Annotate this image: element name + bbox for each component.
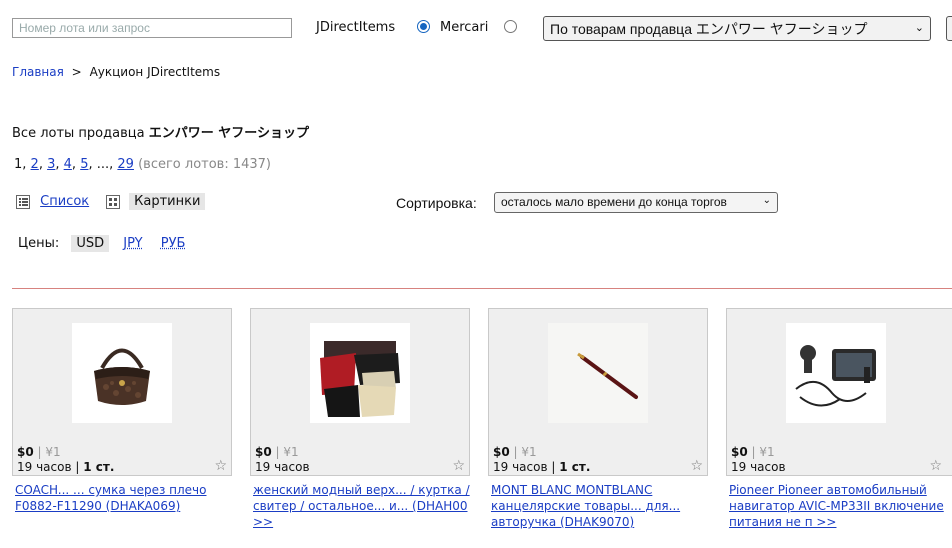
grid-icon [106, 194, 120, 209]
lot-time: 19 часов | 1 ст. [17, 460, 115, 474]
chevron-down-icon: ⌄ [762, 195, 771, 206]
seller-filter-value: По товарам продавца エンパワー ヤフーショップ [550, 21, 868, 37]
sort-select[interactable]: осталось мало времени до конца торгов ⌄ [494, 192, 778, 213]
view-grid-label: Картинки [129, 193, 206, 210]
total-lots: (всего лотов: 1437) [138, 157, 272, 172]
page-title-prefix: Все лоты продавца [12, 126, 145, 141]
page-link-5[interactable]: 5 [80, 157, 88, 172]
sort-label: Сортировка: [396, 195, 477, 211]
page-link-last[interactable]: 29 [117, 157, 134, 172]
lot-card[interactable]: $0 | ¥1 19 часов ☆ [726, 308, 952, 476]
lot-title-link[interactable]: MONT BLANC MONTBLANC канцелярские товары… [491, 482, 719, 530]
breadcrumb: Главная > Аукцион JDirectItems [12, 65, 220, 79]
view-list-link[interactable]: Список [40, 194, 89, 209]
currency-usd[interactable]: USD [71, 235, 110, 252]
lot-price: $0 | ¥1 [255, 445, 299, 459]
radio-jdirectitems[interactable] [417, 20, 430, 33]
lot-price: $0 | ¥1 [493, 445, 537, 459]
currency-jpy[interactable]: JPY [123, 236, 142, 251]
divider [12, 288, 952, 289]
seller-name: エンパワー ヤフーショップ [148, 126, 309, 141]
lot-title-link[interactable]: женский модный верх... / куртка / свитер… [253, 482, 481, 530]
lot-image-clothes[interactable] [310, 323, 410, 423]
page-link-2[interactable]: 2 [31, 157, 39, 172]
lot-card[interactable]: $0 | ¥1 19 часов | 1 ст. ☆ [12, 308, 232, 476]
seller-filter-select[interactable]: По товарам продавца エンパワー ヤフーショップ ⌄ [543, 16, 931, 41]
sort-value: осталось мало времени до конца торгов [501, 195, 727, 209]
lot-image-navigator[interactable] [786, 323, 886, 423]
radio-mercari[interactable] [504, 20, 517, 33]
currency-rub[interactable]: РУБ [161, 236, 186, 251]
star-icon[interactable]: ☆ [214, 458, 227, 474]
list-icon [16, 194, 30, 209]
star-icon[interactable]: ☆ [690, 458, 703, 474]
chevron-down-icon: ⌄ [914, 22, 924, 34]
star-icon[interactable]: ☆ [929, 458, 942, 474]
lot-time: 19 часов | 1 ст. [493, 460, 591, 474]
source-label-jdirectitems: JDirectItems [316, 20, 396, 35]
lot-image-pen[interactable] [548, 323, 648, 423]
page-link-4[interactable]: 4 [64, 157, 72, 172]
lot-price: $0 | ¥1 [17, 445, 61, 459]
prices-label: Цены: [18, 236, 60, 251]
page-current: 1, [14, 157, 27, 172]
source-label-mercari: Mercari [440, 20, 489, 35]
lot-card[interactable]: $0 | ¥1 19 часов ☆ [250, 308, 470, 476]
view-list-toggle[interactable]: Список [16, 194, 89, 209]
lot-card[interactable]: $0 | ¥1 19 часов | 1 ст. ☆ [488, 308, 708, 476]
breadcrumb-separator: > [71, 65, 82, 79]
lot-title-link[interactable]: Pioneer Pioneer автомобильный навигатор … [729, 482, 949, 530]
breadcrumb-current: Аукцион JDirectItems [89, 65, 221, 79]
page-ellipsis: ..., [96, 157, 114, 172]
lot-price: $0 | ¥1 [731, 445, 775, 459]
lot-image-bag[interactable] [72, 323, 172, 423]
search-input[interactable] [12, 18, 292, 38]
breadcrumb-home-link[interactable]: Главная [12, 65, 64, 79]
page-link-3[interactable]: 3 [47, 157, 55, 172]
view-grid-toggle[interactable]: Картинки [106, 193, 206, 210]
lot-time: 19 часов [255, 460, 310, 474]
search-button[interactable] [946, 16, 952, 41]
page-title: Все лоты продавца エンパワー ヤフーショップ [12, 122, 309, 141]
pagination: 1, 2, 3, 4, 5, ..., 29 (всего лотов: 143… [14, 157, 272, 172]
currency-switch: Цены: USD JPY РУБ [18, 235, 186, 252]
star-icon[interactable]: ☆ [452, 458, 465, 474]
lot-time: 19 часов [731, 460, 786, 474]
lot-title-link[interactable]: COACH... ... сумка через плечо F0882-F11… [15, 482, 243, 514]
